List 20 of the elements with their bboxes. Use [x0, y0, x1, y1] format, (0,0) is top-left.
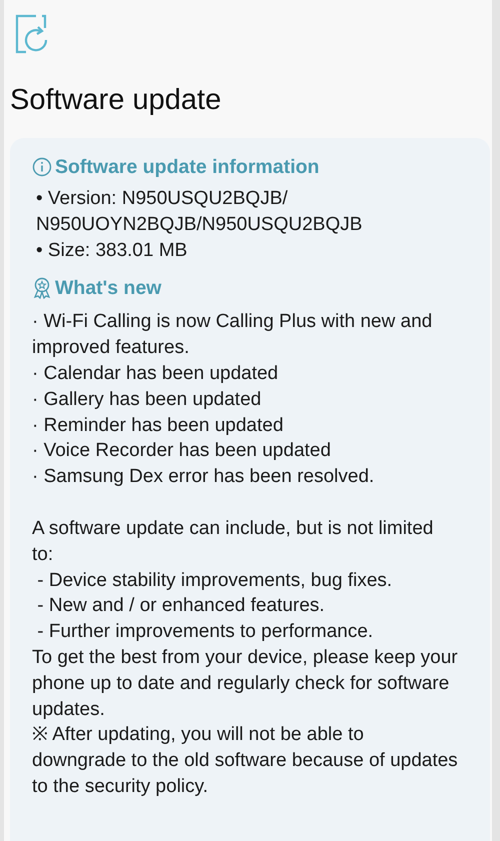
page-title: Software update	[10, 83, 222, 118]
award-icon	[32, 277, 52, 300]
change-text: · Calendar has been updated	[32, 362, 280, 386]
change-text: · Wi-Fi Calling is now Calling Plus with new and improved features.	[32, 310, 434, 360]
info-text: • Version: N950USQU2BQJB/ N950UOYN2BQJB/N950USQU2BQJB	[35, 187, 364, 237]
section-heading: Software update information	[55, 155, 320, 180]
update-icon	[14, 14, 50, 54]
warning-text: ※ After updating, you will not be able to downgrade to the old software because of updates to the security policy.	[32, 723, 459, 799]
info-text: • Size: 383.01 MB	[35, 238, 188, 263]
change-text: · Gallery has been updated	[32, 388, 262, 412]
info-icon	[32, 157, 52, 177]
section-heading: What's new	[55, 276, 162, 302]
change-text: · Reminder has been updated	[32, 414, 284, 438]
notice-item: - Device stability improvements, bug fixes.	[36, 568, 394, 593]
notice-text: To get the best from your device, please keep your phone up to date and regularly check for software updates.	[32, 646, 459, 722]
notice-item: - Further improvements to performance.	[36, 620, 374, 644]
notice-text: A software update can include, but is not limited to:	[32, 516, 434, 567]
change-text: · Voice Recorder has been updated	[32, 439, 332, 464]
change-text: · Samsung Dex error has been resolved.	[32, 465, 376, 490]
notice-item: - New and / or enhanced features.	[36, 594, 326, 618]
